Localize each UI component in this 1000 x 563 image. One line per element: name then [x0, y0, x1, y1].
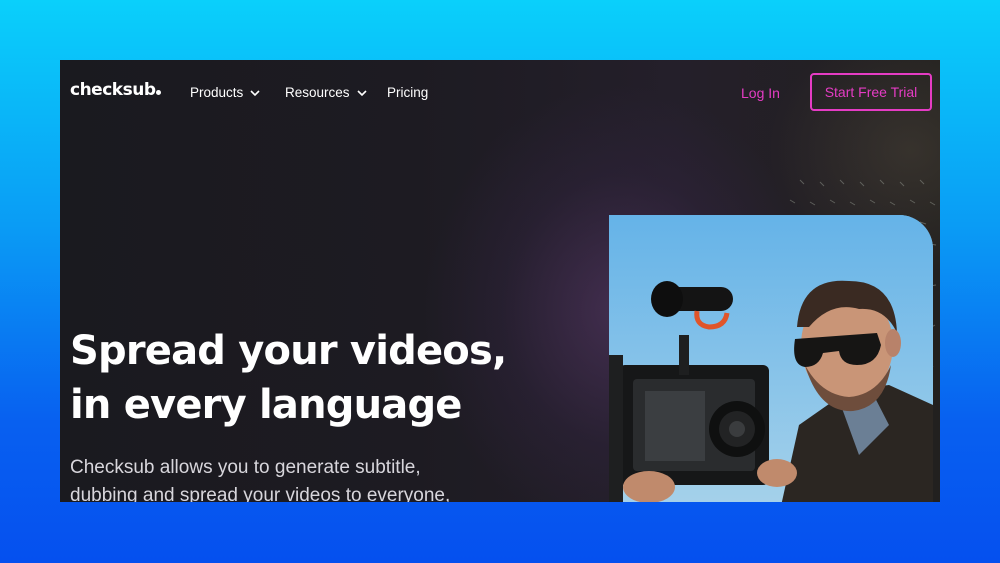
hero-description: Checksub allows you to generate subtitle…	[70, 454, 510, 502]
chevron-down-icon	[250, 89, 260, 96]
start-free-trial-button[interactable]: Start Free Trial	[810, 73, 932, 111]
videographer-illustration	[609, 215, 933, 502]
login-link[interactable]: Log In	[741, 85, 780, 101]
nav-item-pricing[interactable]: Pricing	[387, 85, 428, 100]
logo-dot	[156, 90, 162, 95]
website-frame: checksub Products Resources Pricing Log …	[60, 60, 940, 502]
nav-item-products[interactable]: Products	[190, 85, 261, 100]
chevron-down-icon	[356, 89, 367, 96]
hero-headline-line-2: in every language	[70, 382, 462, 428]
nav-item-label: Products	[190, 85, 244, 100]
hero-description-line-2: dubbing and spread your videos to everyo…	[70, 485, 451, 502]
nav-item-label: Pricing	[387, 85, 429, 100]
hero-description-line-1: Checksub allows you to generate subtitle…	[70, 457, 421, 478]
top-navigation: checksub Products Resources Pricing Log …	[60, 60, 940, 124]
hero-headline: Spread your videos, in every language	[70, 324, 530, 432]
nav-item-resources[interactable]: Resources	[285, 85, 368, 100]
hero-image-videographer	[609, 215, 933, 502]
nav-item-label: Resources	[285, 85, 350, 100]
hero-headline-line-1: Spread your videos,	[70, 328, 507, 374]
checksub-logo[interactable]: checksub	[70, 80, 162, 100]
